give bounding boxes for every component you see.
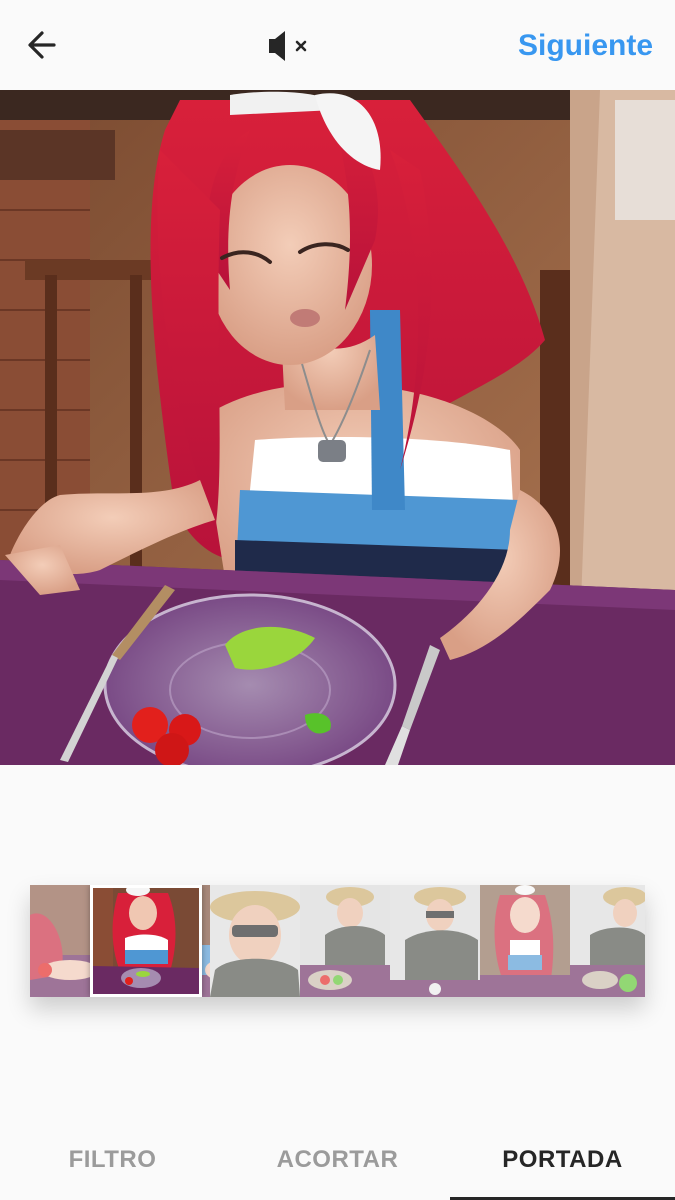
bottom-tabs: FILTRO ACORTAR PORTADA xyxy=(0,1120,675,1200)
speaker-muted-icon xyxy=(269,31,307,61)
mute-button[interactable] xyxy=(265,24,315,68)
back-button[interactable] xyxy=(22,24,66,68)
filmstrip-selected-frame[interactable] xyxy=(90,885,202,997)
filmstrip-frame[interactable] xyxy=(300,885,390,997)
video-frame-image xyxy=(0,90,675,765)
video-preview[interactable] xyxy=(0,90,675,765)
filmstrip-frame[interactable] xyxy=(390,885,480,997)
cover-filmstrip[interactable] xyxy=(30,885,645,997)
top-bar: Siguiente xyxy=(0,0,675,90)
arrow-left-icon xyxy=(28,31,56,59)
frame-thumbnail xyxy=(93,888,199,994)
tab-portada[interactable]: PORTADA xyxy=(450,1120,675,1200)
tab-acortar[interactable]: ACORTAR xyxy=(225,1120,450,1200)
filmstrip-frame[interactable] xyxy=(570,885,645,997)
next-button[interactable]: Siguiente xyxy=(518,26,653,66)
filmstrip-frame[interactable] xyxy=(480,885,570,997)
filmstrip-frame[interactable] xyxy=(210,885,300,997)
tab-filtro[interactable]: FILTRO xyxy=(0,1120,225,1200)
